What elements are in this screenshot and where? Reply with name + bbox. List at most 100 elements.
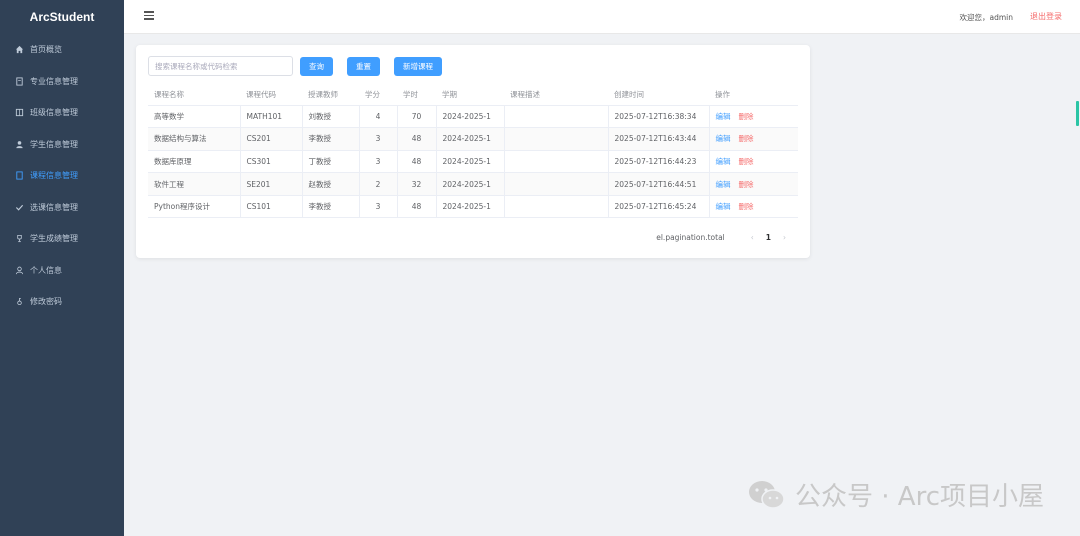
sidebar-item-label: 修改密码 (30, 297, 62, 307)
column-header: 创建时间 (608, 85, 709, 106)
cell-created: 2025-07-12T16:43:44 (608, 127, 710, 151)
sidebar-item-password[interactable]: 修改密码 (0, 286, 124, 318)
cell-term: 2024-2025-1 (436, 172, 505, 196)
cell-teacher: 丁教授 (302, 150, 360, 174)
column-header: 课程名称 (148, 85, 240, 106)
column-header: 学期 (436, 85, 504, 106)
cell-teacher: 李教授 (302, 195, 360, 219)
app-logo: ArcStudent (29, 10, 95, 24)
edit-link[interactable]: 编辑 (716, 134, 731, 143)
column-header: 授课教师 (302, 85, 359, 106)
logout-link[interactable]: 退出登录 (1030, 11, 1062, 22)
cell-desc (504, 195, 609, 219)
watermark: 公众号 · Arc项目小屋 (747, 476, 1044, 513)
cell-actions: 编辑 删除 (709, 172, 798, 196)
column-header: 操作 (709, 85, 798, 106)
sidebar-item-course[interactable]: 课程信息管理 (0, 160, 124, 192)
sidebar-item-label: 学生信息管理 (30, 139, 78, 149)
cell-name: 数据结构与算法 (148, 127, 241, 151)
sidebar-item-selection[interactable]: 选课信息管理 (0, 192, 124, 224)
delete-link[interactable]: 删除 (739, 134, 754, 143)
edit-link[interactable]: 编辑 (716, 202, 731, 211)
sidebar-item-label: 专业信息管理 (30, 76, 78, 86)
top-header: 欢迎您，admin 退出登录 (124, 0, 1080, 34)
lock-icon (14, 297, 24, 307)
delete-link[interactable]: 删除 (739, 180, 754, 189)
cell-credit: 3 (359, 150, 398, 174)
cell-desc (504, 105, 609, 129)
delete-link[interactable]: 删除 (739, 202, 754, 211)
notebook-icon (14, 171, 24, 181)
welcome-text: 欢迎您，admin (959, 13, 1014, 22)
edit-link[interactable]: 编辑 (716, 157, 731, 166)
cell-teacher: 赵教授 (302, 172, 360, 196)
delete-link[interactable]: 删除 (739, 112, 754, 121)
course-card: 查询 重置 新增课程 课程名称 课程代码 授课教师 学分 学时 学期 课程描述 … (136, 45, 810, 258)
cell-desc (504, 150, 609, 174)
cell-teacher: 刘教授 (302, 105, 360, 129)
sidebar-item-class[interactable]: 班级信息管理 (0, 97, 124, 129)
cell-term: 2024-2025-1 (436, 127, 505, 151)
sidebar-menu: 首页概览 专业信息管理 班级信息管理 学生信息管理 课程信息管理 选课信息管理 … (0, 34, 124, 318)
delete-link[interactable]: 删除 (739, 157, 754, 166)
prev-page-icon[interactable]: ‹ (751, 233, 754, 242)
sidebar-item-profile[interactable]: 个人信息 (0, 255, 124, 287)
cell-name: 高等数学 (148, 105, 241, 129)
sidebar-item-major[interactable]: 专业信息管理 (0, 66, 124, 98)
scroll-indicator (1076, 101, 1079, 126)
toolbar: 查询 重置 新增课程 (148, 56, 442, 76)
cell-hours: 32 (397, 172, 437, 196)
edit-link[interactable]: 编辑 (716, 180, 731, 189)
cell-actions: 编辑 删除 (709, 127, 798, 151)
cell-desc (504, 127, 609, 151)
page-number[interactable]: 1 (766, 233, 771, 242)
cell-term: 2024-2025-1 (436, 105, 505, 129)
search-input[interactable] (148, 56, 293, 76)
table-row: Python程序设计 CS101 李教授 3 48 2024-2025-1 20… (148, 195, 798, 219)
cell-credit: 3 (359, 127, 398, 151)
sidebar-item-label: 首页概览 (30, 45, 62, 55)
wechat-icon (749, 480, 785, 509)
sidebar-item-grades[interactable]: 学生成绩管理 (0, 223, 124, 255)
cell-name: 软件工程 (148, 172, 241, 196)
course-table: 课程名称 课程代码 授课教师 学分 学时 学期 课程描述 创建时间 操作 高等数… (148, 85, 798, 219)
cell-code: CS101 (240, 195, 303, 219)
cell-created: 2025-07-12T16:44:23 (608, 150, 710, 174)
sidebar-item-label: 课程信息管理 (30, 171, 78, 181)
sidebar-item-label: 选课信息管理 (30, 202, 78, 212)
table-row: 软件工程 SE201 赵教授 2 32 2024-2025-1 2025-07-… (148, 172, 798, 196)
cell-hours: 48 (397, 195, 437, 219)
pagination: el.pagination.total ‹ 1 › (656, 233, 794, 242)
sidebar-item-label: 学生成绩管理 (30, 234, 78, 244)
cell-teacher: 李教授 (302, 127, 360, 151)
table-row: 高等数学 MATH101 刘教授 4 70 2024-2025-1 2025-0… (148, 105, 798, 129)
table-row: 数据结构与算法 CS201 李教授 3 48 2024-2025-1 2025-… (148, 127, 798, 151)
cell-name: Python程序设计 (148, 195, 241, 219)
person-icon (14, 265, 24, 275)
sidebar-item-label: 班级信息管理 (30, 108, 78, 118)
user-icon (14, 139, 24, 149)
menu-toggle-icon[interactable] (144, 11, 154, 21)
sidebar-item-student[interactable]: 学生信息管理 (0, 129, 124, 161)
cell-created: 2025-07-12T16:44:51 (608, 172, 710, 196)
query-button[interactable]: 查询 (300, 56, 333, 76)
reset-button[interactable]: 重置 (347, 56, 380, 76)
check-icon (14, 202, 24, 212)
column-header: 课程代码 (240, 85, 302, 106)
cell-created: 2025-07-12T16:38:34 (608, 105, 710, 129)
cell-credit: 3 (359, 195, 398, 219)
table-row: 数据库原理 CS301 丁教授 3 48 2024-2025-1 2025-07… (148, 150, 798, 174)
column-header: 学时 (397, 85, 436, 106)
cell-desc (504, 172, 609, 196)
cell-credit: 2 (359, 172, 398, 196)
cell-hours: 48 (397, 127, 437, 151)
add-course-button[interactable]: 新增课程 (394, 56, 442, 76)
edit-link[interactable]: 编辑 (716, 112, 731, 121)
cell-actions: 编辑 删除 (709, 150, 798, 174)
cell-code: CS301 (240, 150, 303, 174)
next-page-icon[interactable]: › (783, 233, 786, 242)
watermark-text: 公众号 · Arc项目小屋 (795, 482, 1044, 512)
cell-hours: 48 (397, 150, 437, 174)
cell-code: CS201 (240, 127, 303, 151)
sidebar-item-home[interactable]: 首页概览 (0, 34, 124, 66)
